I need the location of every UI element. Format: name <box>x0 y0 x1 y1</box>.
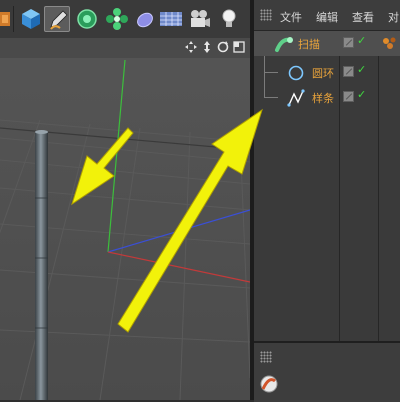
object-manager-panel: 文件 编辑 查看 对 扫描 ✓ 圆环 ✓ 样条 ✓ <box>254 0 400 402</box>
deformer-icon[interactable] <box>132 6 158 32</box>
menu-view[interactable]: 查看 <box>352 9 374 25</box>
attributes-panel <box>254 341 400 402</box>
camera-icon[interactable] <box>186 6 212 32</box>
menu-file[interactable]: 文件 <box>280 9 302 25</box>
object-manager-menubar: 文件 编辑 查看 对 <box>254 0 400 31</box>
enabled-check-icon[interactable]: ✓ <box>357 63 366 76</box>
object-name[interactable]: 样条 <box>312 90 334 106</box>
rotate-view-icon[interactable] <box>216 40 230 54</box>
object-name[interactable]: 扫描 <box>298 36 320 52</box>
visibility-toggle[interactable] <box>343 37 354 48</box>
menu-edit[interactable]: 编辑 <box>316 9 338 25</box>
move-view-icon[interactable] <box>184 40 198 54</box>
panel-grip-icon[interactable] <box>260 9 272 21</box>
maximize-view-icon[interactable] <box>232 40 246 54</box>
subdivision-icon[interactable] <box>74 6 100 32</box>
enabled-check-icon[interactable]: ✓ <box>357 34 366 47</box>
main-toolbar <box>0 0 252 39</box>
visibility-toggle[interactable] <box>343 66 354 77</box>
material-tag-icon[interactable] <box>382 36 398 50</box>
spline-icon <box>287 89 305 107</box>
circle-spline-icon <box>288 65 304 81</box>
array-icon[interactable] <box>104 6 130 32</box>
pen-tool-icon[interactable] <box>44 6 70 32</box>
enabled-check-icon[interactable]: ✓ <box>357 88 366 101</box>
zoom-view-icon[interactable] <box>200 40 214 54</box>
cube-icon[interactable] <box>18 6 44 32</box>
menu-objects[interactable]: 对 <box>388 9 399 25</box>
visibility-toggle[interactable] <box>343 91 354 102</box>
floor-icon[interactable] <box>158 6 184 32</box>
object-row-circle[interactable]: 圆环 ✓ <box>254 60 400 85</box>
3d-viewport[interactable] <box>0 38 250 400</box>
object-row-spline[interactable]: 样条 ✓ <box>254 85 400 110</box>
material-icon[interactable] <box>258 373 280 395</box>
light-icon[interactable] <box>216 6 242 32</box>
viewport-nav-bar <box>0 38 250 58</box>
object-row-sweep[interactable]: 扫描 ✓ <box>254 31 400 56</box>
attributes-grip-icon[interactable] <box>260 351 272 363</box>
sweep-icon <box>275 37 293 52</box>
object-name[interactable]: 圆环 <box>312 65 334 81</box>
